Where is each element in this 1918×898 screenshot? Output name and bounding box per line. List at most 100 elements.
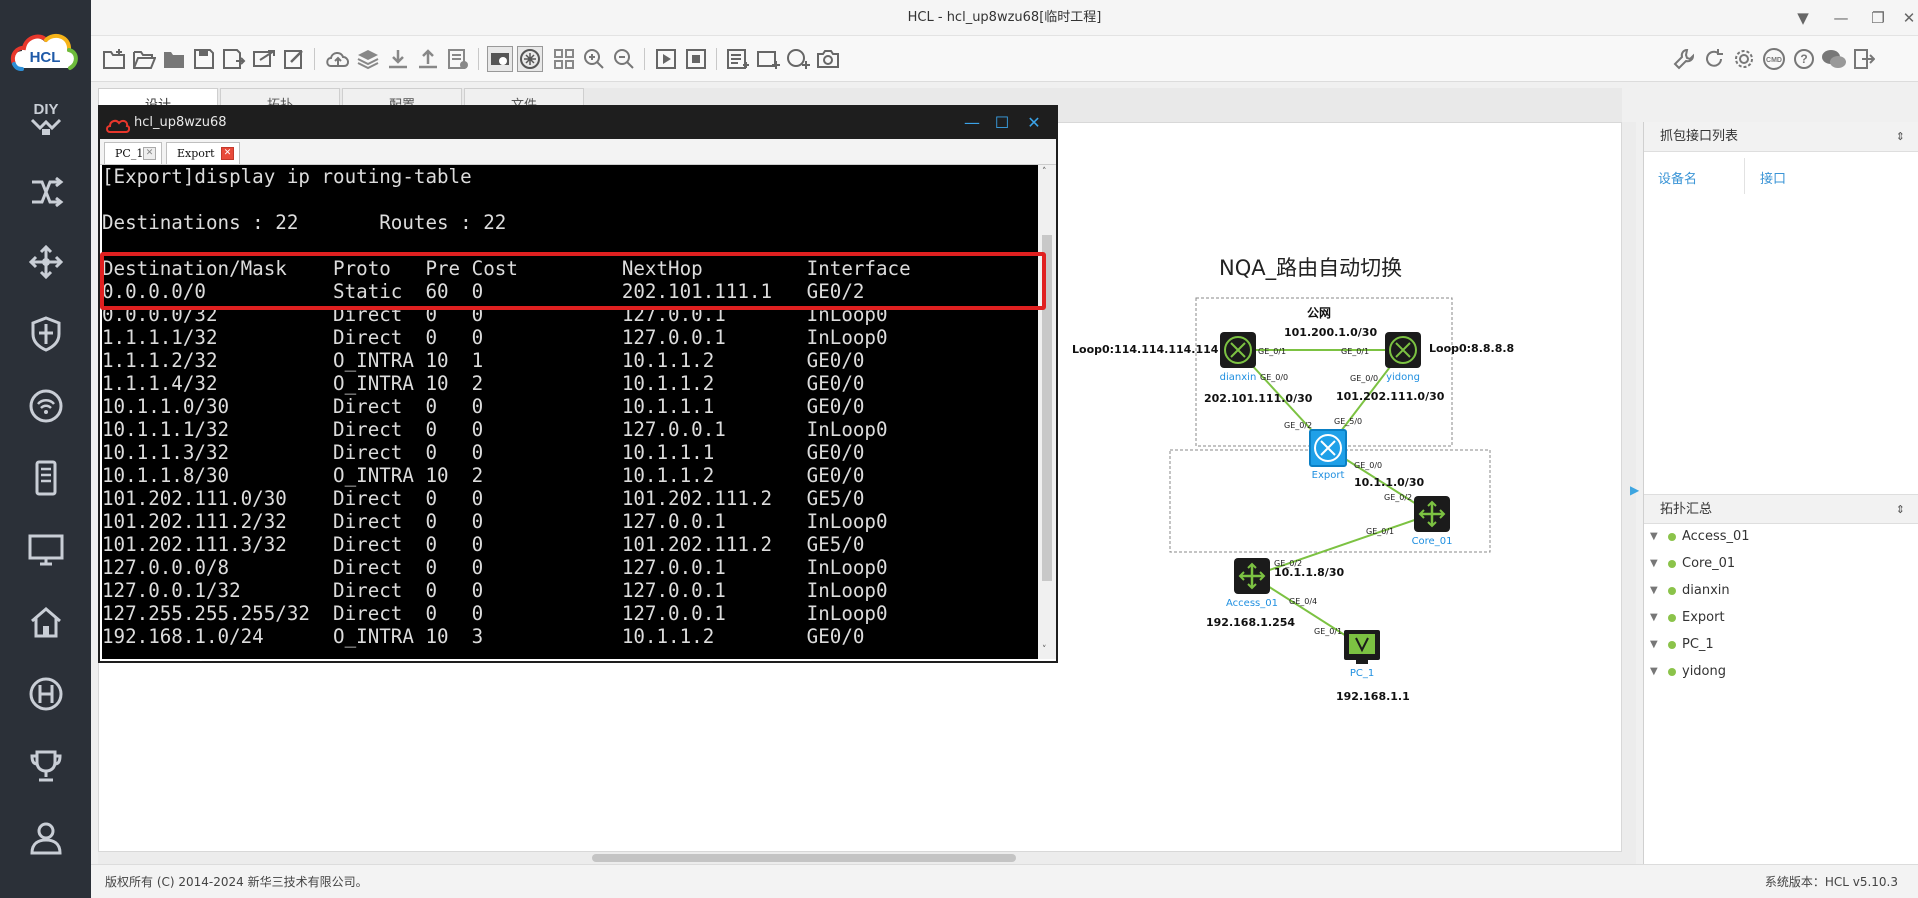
summary-item[interactable]: ▼ Core_01 bbox=[1644, 551, 1918, 577]
layers-icon[interactable] bbox=[355, 46, 381, 72]
restore-button[interactable]: ❐ bbox=[1866, 6, 1890, 30]
canvas-h-scroll-thumb[interactable] bbox=[592, 854, 1016, 862]
router-icon[interactable] bbox=[517, 46, 543, 72]
terminal-minimize-button[interactable]: — bbox=[960, 111, 984, 135]
shield-icon[interactable] bbox=[20, 308, 72, 360]
close-icon[interactable]: ✕ bbox=[143, 147, 156, 160]
router-export[interactable]: Export bbox=[1309, 429, 1347, 481]
console-line: 10.1.1.3/32 Direct 0 0 10.1.1.1 GE0/0 bbox=[102, 441, 865, 464]
wrench-icon[interactable] bbox=[1671, 46, 1697, 72]
shuffle-icon[interactable] bbox=[20, 166, 72, 218]
camera-icon[interactable] bbox=[815, 46, 841, 72]
list-icon[interactable] bbox=[725, 46, 751, 72]
export-icon[interactable] bbox=[251, 46, 277, 72]
device-icon[interactable] bbox=[487, 46, 513, 72]
home-icon[interactable] bbox=[20, 596, 72, 648]
canvas-h-scrollbar[interactable] bbox=[98, 852, 1622, 864]
summary-item[interactable]: ▼ PC_1 bbox=[1644, 632, 1918, 658]
stop-icon[interactable] bbox=[683, 46, 709, 72]
help-icon[interactable]: ? bbox=[1791, 46, 1817, 72]
collapse-icon[interactable]: ⇕ bbox=[1896, 122, 1905, 152]
folder-icon[interactable] bbox=[161, 46, 187, 72]
public-net-label: 公网 bbox=[1307, 306, 1331, 320]
scroll-down-icon[interactable]: ˅ bbox=[1042, 645, 1047, 655]
port-label: GE_0/0 bbox=[1350, 374, 1378, 383]
report-icon[interactable] bbox=[445, 46, 471, 72]
download-icon[interactable] bbox=[385, 46, 411, 72]
router-dianxin[interactable]: dianxin bbox=[1220, 332, 1257, 383]
terminal-scrollbar[interactable]: ˄ ˅ bbox=[1038, 165, 1056, 659]
summary-panel-title: 拓扑汇总 bbox=[1660, 502, 1713, 517]
open-icon[interactable] bbox=[131, 46, 157, 72]
summary-item[interactable]: ▼ Access_01 bbox=[1644, 524, 1918, 550]
chevron-down-icon[interactable]: ▼ bbox=[1650, 632, 1658, 658]
terminal-close-button[interactable]: ✕ bbox=[1022, 111, 1046, 135]
move-icon[interactable] bbox=[20, 236, 72, 288]
grid-icon[interactable] bbox=[551, 46, 577, 72]
chevron-down-icon[interactable]: ▼ bbox=[1650, 551, 1658, 577]
wechat-icon[interactable] bbox=[1821, 46, 1847, 72]
save-as-icon[interactable] bbox=[221, 46, 247, 72]
minimize-button[interactable]: — bbox=[1829, 6, 1853, 30]
capture-panel-header[interactable]: 抓包接口列表 ⇕ bbox=[1644, 122, 1918, 152]
dropdown-icon[interactable]: ▼ bbox=[1791, 6, 1815, 30]
chevron-down-icon[interactable]: ▼ bbox=[1650, 524, 1658, 550]
console-line: 10.1.1.0/30 Direct 0 0 10.1.1.1 GE0/0 bbox=[102, 395, 865, 418]
net-yidong-label: 101.202.111.0/30 bbox=[1336, 390, 1445, 403]
refresh-icon[interactable] bbox=[1701, 46, 1727, 72]
scroll-up-icon[interactable]: ˄ bbox=[1042, 167, 1047, 177]
collapse-icon[interactable]: ⇕ bbox=[1896, 495, 1905, 525]
edit-icon[interactable] bbox=[281, 46, 307, 72]
close-button[interactable]: ✕ bbox=[1897, 6, 1918, 30]
capture-col-device[interactable]: 设备名 bbox=[1658, 168, 1697, 187]
save-icon[interactable] bbox=[191, 46, 217, 72]
add-ellipse-icon[interactable] bbox=[785, 46, 811, 72]
cmd-icon[interactable]: CMD bbox=[1761, 46, 1787, 72]
zoom-in-icon[interactable] bbox=[581, 46, 607, 72]
new-project-icon[interactable] bbox=[101, 46, 127, 72]
summary-item[interactable]: ▼ dianxin bbox=[1644, 578, 1918, 604]
gear-icon[interactable] bbox=[1731, 46, 1757, 72]
terminal-window[interactable]: hcl_up8wzu68 — ☐ ✕ PC_1 ✕ Export ✕ [Export… bbox=[98, 105, 1058, 663]
terminal-console[interactable]: [Export]display ip routing-table Destina… bbox=[102, 165, 1038, 659]
user-icon[interactable] bbox=[20, 812, 72, 864]
server-icon[interactable] bbox=[20, 452, 72, 504]
terminal-tab-pc1[interactable]: PC_1 ✕ bbox=[104, 142, 162, 164]
upload-icon[interactable] bbox=[415, 46, 441, 72]
exit-icon[interactable] bbox=[1851, 46, 1877, 72]
add-rect-icon[interactable] bbox=[755, 46, 781, 72]
cloud-upload-icon[interactable] bbox=[325, 46, 351, 72]
diy-icon[interactable]: DIY bbox=[20, 92, 72, 144]
status-dot-icon bbox=[1668, 668, 1676, 676]
pc-node[interactable]: PC_1 bbox=[1344, 630, 1380, 679]
switch-core[interactable]: Core_01 bbox=[1412, 496, 1453, 547]
console-line: 127.0.0.0/8 Direct 0 0 127.0.0.1 InLoop0 bbox=[102, 556, 888, 579]
summary-item[interactable]: ▼ Export bbox=[1644, 605, 1918, 631]
zoom-out-icon[interactable] bbox=[611, 46, 637, 72]
router-yidong[interactable]: yidong bbox=[1385, 332, 1421, 383]
h3c-icon[interactable] bbox=[20, 668, 72, 720]
port-label: GE_0/1 bbox=[1314, 627, 1342, 636]
chevron-down-icon[interactable]: ▼ bbox=[1650, 578, 1658, 604]
window-title: HCL - hcl_up8wzu68[临时工程] bbox=[907, 10, 1102, 25]
monitor-icon[interactable] bbox=[20, 524, 72, 576]
wifi-icon[interactable] bbox=[20, 380, 72, 432]
switch-access[interactable]: Access_01 bbox=[1226, 558, 1278, 609]
terminal-maximize-button[interactable]: ☐ bbox=[990, 111, 1014, 135]
start-icon[interactable] bbox=[653, 46, 679, 72]
capture-col-interface[interactable]: 接口 bbox=[1760, 168, 1786, 187]
topology-diagram: NQA_路由自动切换 公网 101.200.1.0/30 Loop0:114.1… bbox=[1060, 240, 1540, 710]
trophy-icon[interactable] bbox=[20, 740, 72, 792]
terminal-title-bar[interactable]: hcl_up8wzu68 — ☐ ✕ bbox=[100, 107, 1056, 139]
svg-text:Core_01: Core_01 bbox=[1412, 536, 1453, 547]
summary-item[interactable]: ▼ yidong bbox=[1644, 659, 1918, 685]
console-line: 192.168.1.0/24 O_INTRA 10 3 10.1.1.2 GE0… bbox=[102, 625, 865, 648]
chevron-down-icon[interactable]: ▼ bbox=[1650, 659, 1658, 685]
port-label: GE_0/1 bbox=[1341, 347, 1369, 356]
chevron-down-icon[interactable]: ▼ bbox=[1650, 605, 1658, 631]
panel-collapse-icon[interactable]: ▶ bbox=[1630, 470, 1640, 510]
summary-panel-header[interactable]: 拓扑汇总 ⇕ bbox=[1644, 494, 1918, 524]
close-icon[interactable]: ✕ bbox=[221, 147, 234, 160]
topology-title: NQA_路由自动切换 bbox=[1219, 256, 1402, 281]
terminal-tab-export[interactable]: Export ✕ bbox=[166, 142, 240, 164]
